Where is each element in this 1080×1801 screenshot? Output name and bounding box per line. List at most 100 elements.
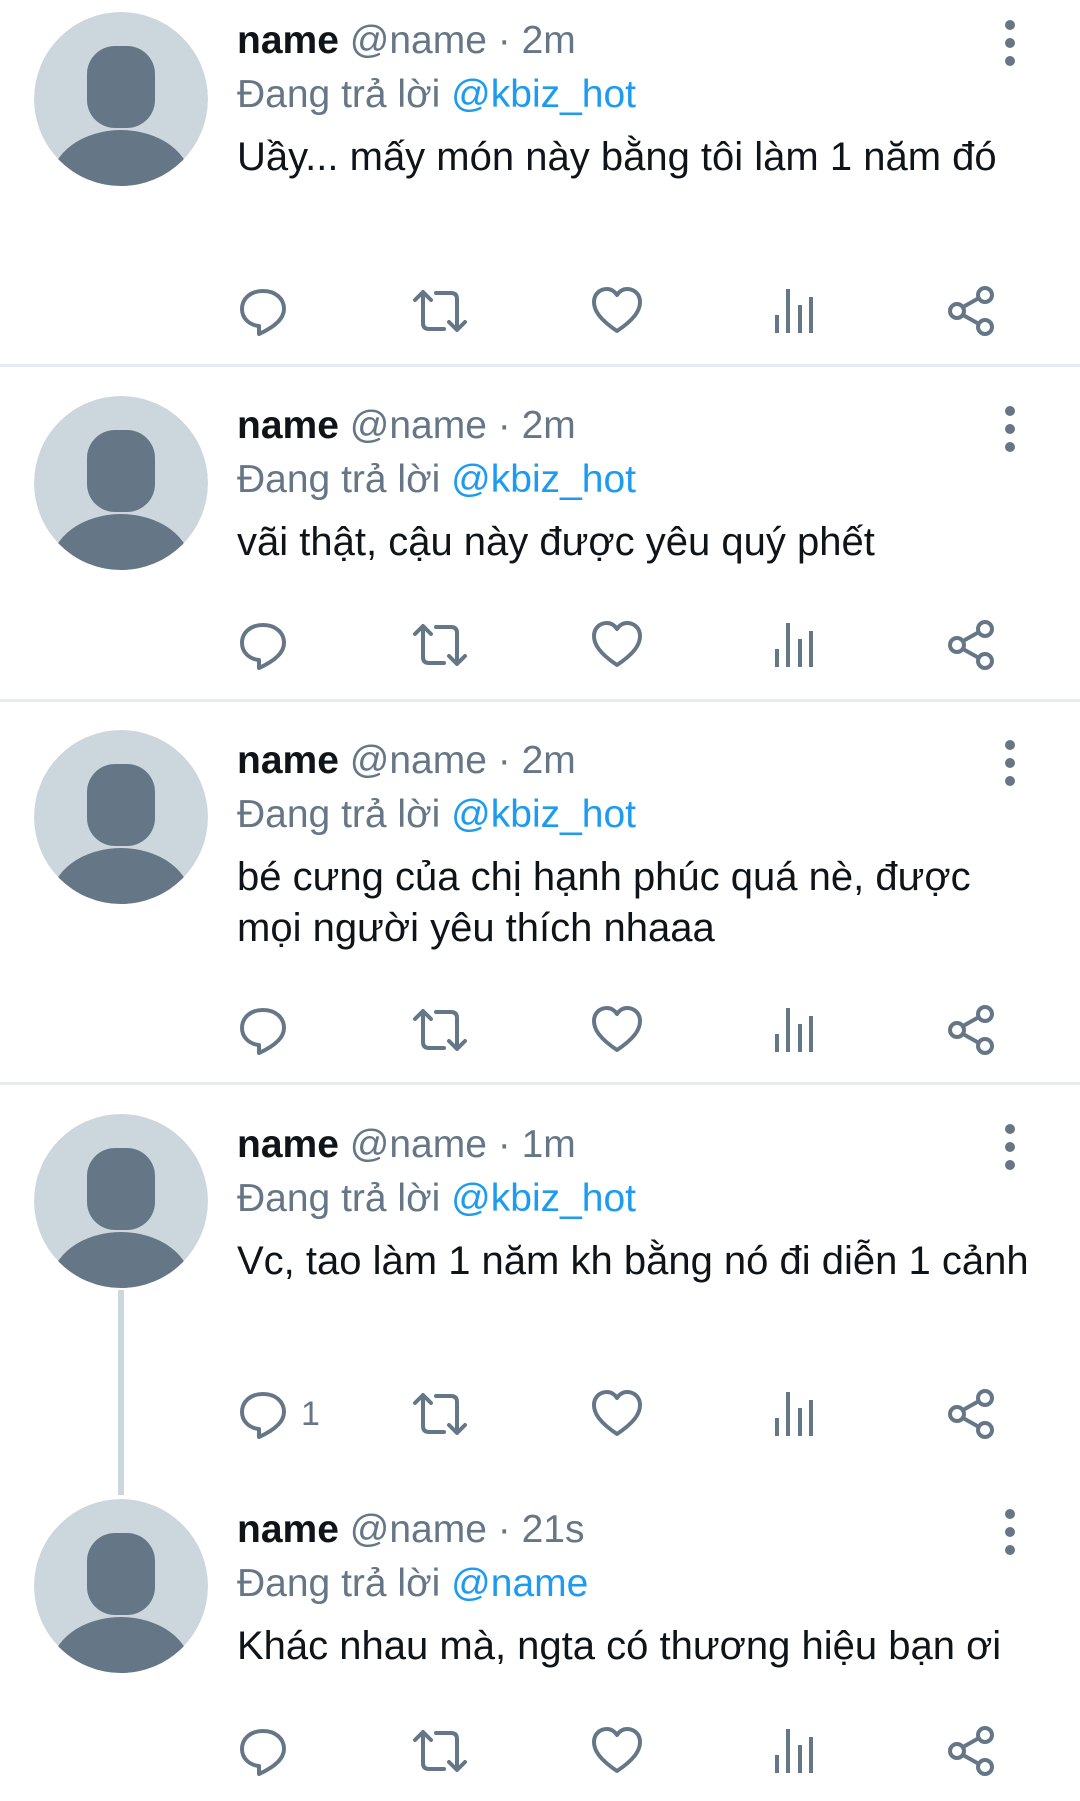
reply-icon: [240, 1392, 286, 1439]
replying-to: Đang trả lời @kbiz_hot: [237, 792, 1037, 838]
more-button[interactable]: [995, 1507, 1025, 1557]
user-handle[interactable]: @name: [350, 404, 487, 447]
replying-to-label: Đang trả lời: [237, 458, 441, 501]
replying-to-handle[interactable]: @kbiz_hot: [451, 458, 636, 501]
reply-button[interactable]: [237, 281, 301, 341]
stats-icon: [775, 623, 813, 667]
reply-button[interactable]: [237, 615, 301, 675]
tweet[interactable]: name @name · 2m Đang trả lời @kbiz_hot v…: [0, 386, 1080, 701]
replying-to-handle[interactable]: @name: [451, 1562, 588, 1605]
replying-to: Đang trả lời @kbiz_hot: [237, 72, 1037, 118]
tweet-header: name @name · 2m: [237, 18, 1037, 64]
share-button[interactable]: [945, 1384, 997, 1444]
replying-to: Đang trả lời @name: [237, 1561, 1037, 1607]
like-button[interactable]: [591, 1384, 643, 1444]
heart-icon: [592, 621, 642, 667]
tweet[interactable]: name @name · 2m Đang trả lời @kbiz_hot b…: [0, 720, 1080, 1084]
like-button[interactable]: [591, 1000, 643, 1060]
tweet[interactable]: name @name · 1m Đang trả lời @kbiz_hot V…: [0, 1104, 1080, 1474]
reply-icon: [240, 623, 286, 670]
stats-icon: [775, 1729, 813, 1773]
like-button[interactable]: [591, 281, 643, 341]
retweet-button[interactable]: [410, 1721, 470, 1781]
user-handle[interactable]: @name: [350, 739, 487, 782]
action-bar: [237, 1721, 1017, 1781]
tweet[interactable]: name @name · 21s Đang trả lời @name Khác…: [0, 1489, 1080, 1801]
more-button[interactable]: [995, 404, 1025, 454]
more-button[interactable]: [995, 18, 1025, 68]
share-button[interactable]: [945, 1000, 997, 1060]
stats-button[interactable]: [771, 1721, 819, 1781]
timestamp[interactable]: 2m: [522, 19, 576, 62]
tweet-text: Uầy... mấy món này bằng tôi làm 1 năm đó: [237, 135, 997, 179]
replying-to-handle[interactable]: @kbiz_hot: [451, 793, 636, 836]
action-bar: [237, 615, 1017, 675]
heart-icon: [592, 1390, 642, 1436]
reply-button[interactable]: 1: [237, 1384, 320, 1444]
avatar[interactable]: [34, 730, 208, 904]
action-bar: [237, 1000, 1017, 1060]
stats-button[interactable]: [771, 281, 819, 341]
reply-icon: [240, 1008, 286, 1055]
like-button[interactable]: [591, 1721, 643, 1781]
timestamp[interactable]: 2m: [522, 739, 576, 782]
more-button[interactable]: [995, 738, 1025, 788]
tweet-text: Vc, tao làm 1 năm kh bằng nó đi diễn 1 c…: [237, 1239, 1029, 1283]
retweet-icon: [413, 1009, 467, 1051]
timestamp[interactable]: 21s: [522, 1508, 585, 1551]
default-avatar-icon: [34, 12, 208, 186]
display-name[interactable]: name: [237, 19, 339, 62]
timestamp[interactable]: 1m: [522, 1123, 576, 1166]
more-button[interactable]: [995, 1122, 1025, 1172]
stats-icon: [775, 1392, 813, 1436]
replying-to: Đang trả lời @kbiz_hot: [237, 457, 1037, 503]
user-handle[interactable]: @name: [350, 1508, 487, 1551]
reply-button[interactable]: [237, 1000, 301, 1060]
share-button[interactable]: [945, 281, 997, 341]
timestamp[interactable]: 2m: [522, 404, 576, 447]
separator: ·: [497, 19, 511, 62]
retweet-icon: [413, 624, 467, 666]
heart-icon: [592, 287, 642, 333]
share-icon: [948, 620, 994, 670]
retweet-button[interactable]: [410, 615, 470, 675]
tweet-text: bé cưng của chị hạnh phúc quá nè, được m…: [237, 855, 971, 950]
replying-to-label: Đang trả lời: [237, 793, 441, 836]
stats-button[interactable]: [771, 615, 819, 675]
user-handle[interactable]: @name: [350, 19, 487, 62]
avatar[interactable]: [34, 1499, 208, 1673]
action-bar: 1: [237, 1384, 1017, 1444]
tweet[interactable]: name @name · 2m Đang trả lời @kbiz_hot U…: [0, 0, 1080, 366]
retweet-icon: [413, 290, 467, 332]
tweet-header: name @name · 2m: [237, 738, 1037, 784]
more-vertical-icon: [1005, 20, 1015, 66]
avatar[interactable]: [34, 1114, 208, 1288]
reply-icon: [240, 1729, 286, 1776]
avatar[interactable]: [34, 12, 208, 186]
like-button[interactable]: [591, 615, 643, 675]
avatar[interactable]: [34, 396, 208, 570]
stats-button[interactable]: [771, 1000, 819, 1060]
share-button[interactable]: [945, 1721, 997, 1781]
heart-icon: [592, 1727, 642, 1773]
replying-to-handle[interactable]: @kbiz_hot: [451, 73, 636, 116]
stats-button[interactable]: [771, 1384, 819, 1444]
share-icon: [948, 286, 994, 336]
display-name[interactable]: name: [237, 1508, 339, 1551]
user-handle[interactable]: @name: [350, 1123, 487, 1166]
retweet-button[interactable]: [410, 1384, 470, 1444]
display-name[interactable]: name: [237, 1123, 339, 1166]
reply-button[interactable]: [237, 1721, 301, 1781]
more-vertical-icon: [1005, 740, 1015, 786]
display-name[interactable]: name: [237, 404, 339, 447]
share-button[interactable]: [945, 615, 997, 675]
display-name[interactable]: name: [237, 739, 339, 782]
retweet-button[interactable]: [410, 281, 470, 341]
retweet-button[interactable]: [410, 1000, 470, 1060]
default-avatar-icon: [34, 396, 208, 570]
stats-icon: [775, 1008, 813, 1052]
tweet-header: name @name · 21s: [237, 1507, 1037, 1553]
default-avatar-icon: [34, 1499, 208, 1673]
replying-to-handle[interactable]: @kbiz_hot: [451, 1177, 636, 1220]
share-icon: [948, 1005, 994, 1055]
